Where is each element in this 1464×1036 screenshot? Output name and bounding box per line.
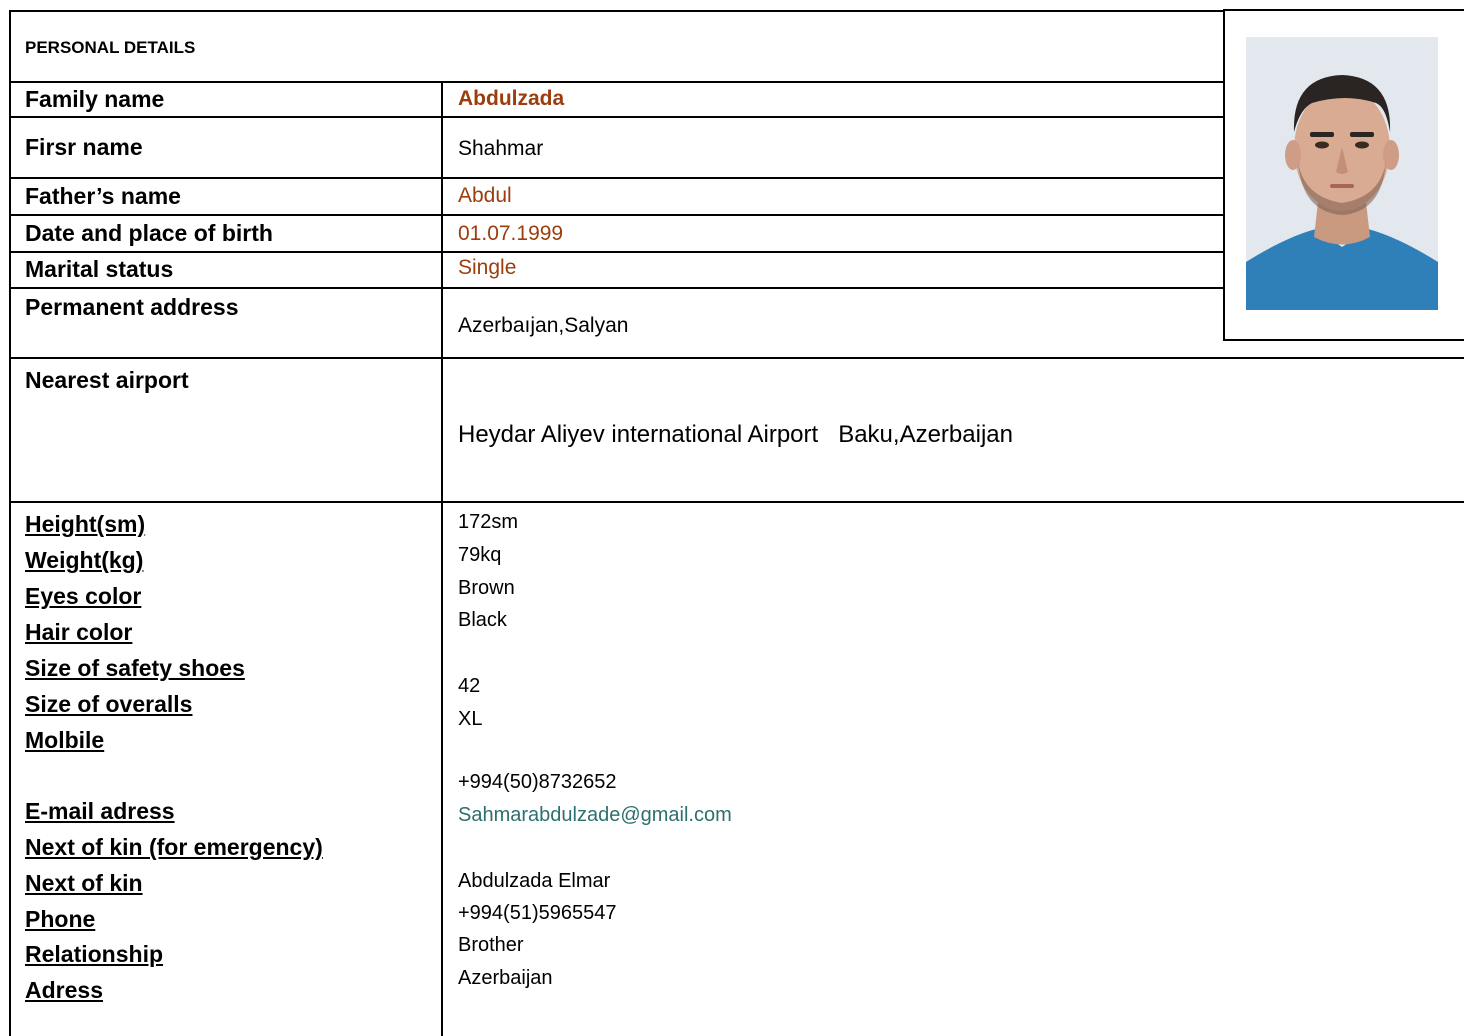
label-phone: Phone bbox=[25, 906, 96, 932]
value-airport: Heydar Aliyev international Airport Baku… bbox=[458, 421, 1013, 448]
value-kin-phone: +994(51)5965547 bbox=[458, 902, 617, 924]
value-fathers-name: Abdul bbox=[458, 184, 512, 207]
label-mobile: Molbile bbox=[25, 727, 105, 753]
label-fathers-name: Father’s name bbox=[25, 183, 181, 209]
value-first-name: Shahmar bbox=[458, 137, 544, 160]
photo-frame bbox=[1223, 9, 1464, 341]
label-marital: Marital status bbox=[25, 256, 174, 282]
value-overalls: XL bbox=[458, 708, 483, 730]
label-eyes-color: Eyes color bbox=[25, 583, 142, 609]
value-shoes: 42 bbox=[458, 675, 481, 697]
label-adress: Adress bbox=[25, 977, 103, 1003]
value-family-name: Abdulzada bbox=[458, 87, 565, 110]
label-family-name: Family name bbox=[25, 86, 165, 112]
label-relationship: Relationship bbox=[25, 941, 164, 967]
value-relationship: Brother bbox=[458, 934, 524, 956]
label-airport: Nearest airport bbox=[25, 367, 189, 393]
label-weight: Weight(kg) bbox=[25, 547, 144, 573]
label-overalls-size: Size of overalls bbox=[25, 691, 193, 717]
label-first-name: Firsr name bbox=[25, 134, 143, 160]
label-shoes-size: Size of safety shoes bbox=[25, 655, 245, 681]
section-title: PERSONAL DETAILS bbox=[25, 38, 196, 57]
value-kin-name: Abdulzada Elmar bbox=[458, 870, 611, 892]
value-eyes: Brown bbox=[458, 577, 515, 599]
label-next-of-kin-emergency: Next of kin (for emergency) bbox=[25, 834, 323, 860]
label-birth: Date and place of birth bbox=[25, 220, 273, 246]
value-hair: Black bbox=[458, 609, 507, 631]
label-height: Height(sm) bbox=[25, 511, 146, 537]
label-hair-color: Hair color bbox=[25, 619, 133, 645]
value-kin-address: Azerbaijan bbox=[458, 967, 553, 989]
label-email: E-mail adress bbox=[25, 798, 175, 824]
value-mobile: +994(50)8732652 bbox=[458, 771, 617, 793]
value-address: Azerbaıjan,Salyan bbox=[458, 314, 629, 337]
value-marital: Single bbox=[458, 256, 517, 279]
label-next-of-kin: Next of kin bbox=[25, 870, 143, 896]
label-address: Permanent address bbox=[25, 294, 239, 320]
value-birth: 01.07.1999 bbox=[458, 222, 564, 245]
portrait-photo bbox=[1246, 37, 1438, 310]
value-height: 172sm bbox=[458, 511, 519, 533]
value-weight: 79kq bbox=[458, 544, 502, 566]
value-email[interactable]: Sahmarabdulzade@gmail.com bbox=[458, 804, 732, 827]
